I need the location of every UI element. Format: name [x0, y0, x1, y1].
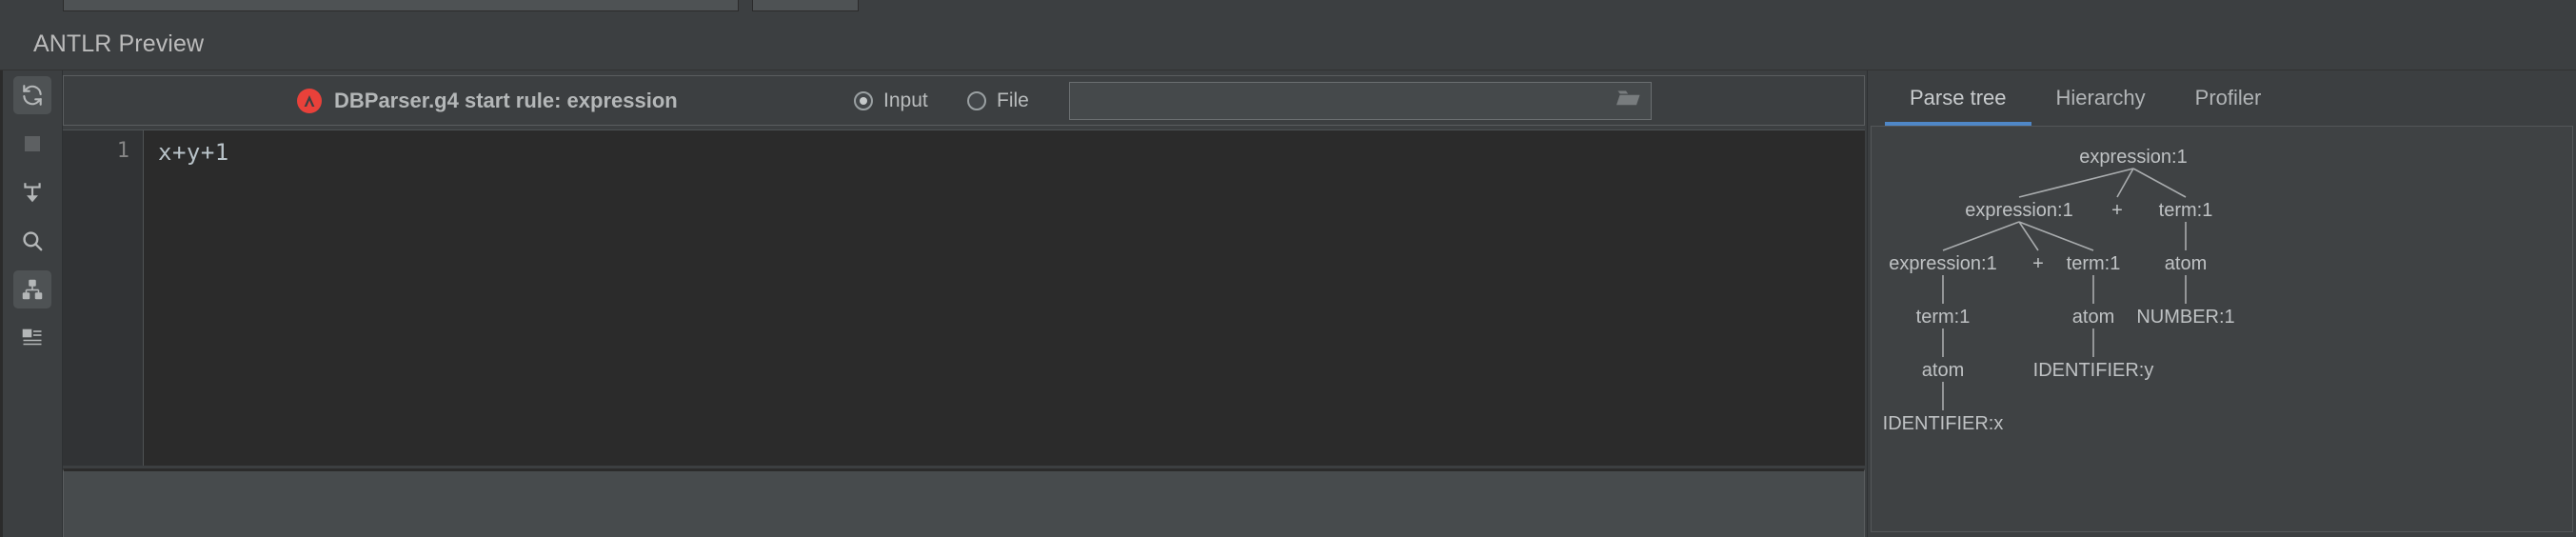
editor-tab-stub-primary[interactable] [63, 0, 739, 11]
left-tool-rail [0, 70, 63, 537]
tab-parse-tree-label: Parse tree [1910, 86, 2007, 109]
tab-parse-tree[interactable]: Parse tree [1885, 70, 2031, 126]
search-icon-button[interactable] [13, 222, 51, 260]
toolwindow-title: ANTLR Preview [33, 30, 205, 57]
parse-tree-node[interactable]: NUMBER:1 [2136, 308, 2234, 327]
grammar-selector-bar: DBParser.g4 start rule: expression Input… [63, 75, 1865, 126]
parse-tree-node[interactable]: + [2032, 254, 2044, 273]
parse-tree-nodes: expression:1 expression:1 + term:1 expressio… [1872, 127, 2572, 531]
export-icon [20, 180, 45, 205]
radio-input-dot[interactable] [854, 90, 873, 110]
parse-tree-viewport[interactable]: expression:1 expression:1 + term:1 expressio… [1871, 126, 2573, 532]
folder-icon[interactable] [1616, 88, 1641, 113]
grammar-start-rule-label: DBParser.g4 start rule: expression [334, 88, 678, 112]
parse-tree-node[interactable]: atom [2165, 254, 2207, 273]
refresh-icon [20, 83, 45, 108]
tab-profiler-label: Profiler [2194, 86, 2262, 109]
parse-tree-node[interactable]: expression:1 [2079, 148, 2187, 167]
parse-tree-node[interactable]: term:1 [2067, 254, 2121, 273]
tab-hierarchy-label: Hierarchy [2055, 86, 2146, 109]
radio-file-dot[interactable] [967, 90, 986, 110]
preview-center-panel: DBParser.g4 start rule: expression Input… [63, 70, 1867, 537]
hierarchy-icon-button[interactable] [13, 270, 51, 308]
editor-gutter: 1 [63, 130, 144, 466]
stop-icon-button[interactable] [13, 125, 51, 163]
parse-tree-node[interactable]: IDENTIFIER:x [1883, 414, 2004, 433]
refresh-icon-button[interactable] [13, 76, 51, 114]
radio-input-label: Input [883, 89, 928, 111]
export-icon-button[interactable] [13, 173, 51, 211]
structure-icon-button[interactable] [13, 319, 51, 357]
parse-result-tabstrip: Parse tree Hierarchy Profiler [1868, 70, 2576, 126]
parse-tree-node[interactable]: expression:1 [1889, 254, 1996, 273]
parse-tree-node[interactable]: expression:1 [1965, 201, 2072, 220]
structure-icon [21, 327, 44, 349]
editor-bottom-panel [63, 468, 1865, 537]
grammar-info: DBParser.g4 start rule: expression [297, 88, 678, 113]
editor-code-line[interactable]: x+y+1 [144, 130, 1865, 466]
parse-tree-node[interactable]: term:1 [1916, 308, 1971, 327]
parse-tree-node[interactable]: atom [1922, 361, 1964, 380]
hierarchy-icon [21, 278, 44, 301]
input-editor[interactable]: 1 x+y+1 [63, 129, 1865, 466]
window-tab-strip [0, 0, 2576, 11]
parse-result-panel: Parse tree Hierarchy Profiler expression… [1867, 70, 2576, 537]
input-source-radio-input[interactable]: Input [854, 90, 928, 112]
input-source-radio-file[interactable]: File [967, 90, 1029, 112]
parse-tree-node[interactable]: term:1 [2159, 201, 2213, 220]
radio-file-label: File [997, 89, 1029, 111]
editor-tab-stub-secondary[interactable] [752, 0, 859, 11]
search-icon [20, 229, 45, 253]
parse-tree-node[interactable]: + [2111, 201, 2123, 220]
toolwindow-header: ANTLR Preview [0, 11, 2576, 70]
tab-profiler[interactable]: Profiler [2170, 70, 2287, 126]
parse-tree-node[interactable]: IDENTIFIER:y [2033, 361, 2154, 380]
tab-hierarchy[interactable]: Hierarchy [2031, 70, 2170, 126]
parse-tree-node[interactable]: atom [2072, 308, 2114, 327]
file-path-input[interactable] [1069, 81, 1652, 120]
stop-icon [22, 133, 43, 154]
antlr-logo-icon [297, 88, 322, 113]
